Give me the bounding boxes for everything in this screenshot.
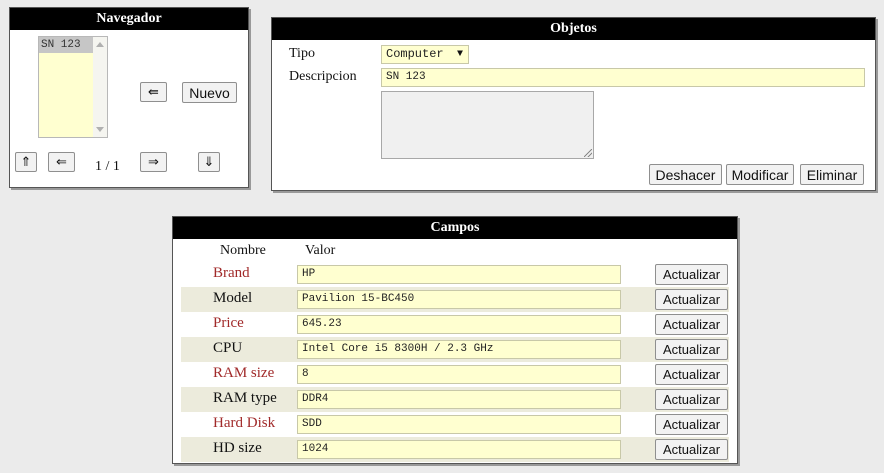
objetos-title: Objetos [272,18,875,40]
scroll-up-icon[interactable] [96,42,104,47]
objetos-panel: Objetos Tipo Computer ▼ Descripcion SN 1… [271,17,876,191]
update-button[interactable]: Actualizar [655,314,728,335]
undo-button[interactable]: Deshacer [649,164,722,185]
field-name: RAM size [213,365,275,381]
field-row: HD size 1024 Actualizar [181,437,729,462]
last-button[interactable]: ⇓ [198,152,220,172]
field-row: Brand HP Actualizar [181,262,729,287]
update-button[interactable]: Actualizar [655,439,728,460]
field-name: Brand [213,265,250,281]
field-value-input[interactable]: SDD [297,415,621,434]
dropdown-arrow-icon: ▼ [456,49,463,60]
next-button[interactable]: ⇒ [140,152,167,172]
resize-grip-icon[interactable] [584,149,592,157]
scroll-down-icon[interactable] [96,127,104,132]
tipo-value: Computer [386,47,444,61]
field-row: RAM size 8 Actualizar [181,362,729,387]
update-button[interactable]: Actualizar [655,289,728,310]
notes-textarea[interactable] [381,91,594,159]
field-value-input[interactable]: 8 [297,365,621,384]
field-name: Model [213,290,253,306]
record-counter: 1 / 1 [95,159,120,174]
object-listbox[interactable]: SN 123 [38,36,108,138]
field-row: Price 645.23 Actualizar [181,312,729,337]
tipo-label: Tipo [289,46,315,61]
field-row: Model Pavilion 15-BC450 Actualizar [181,287,729,312]
list-item[interactable]: SN 123 [39,37,93,53]
column-header-name: Nombre [220,243,266,258]
field-value-input[interactable]: 645.23 [297,315,621,334]
field-name: Hard Disk [213,415,276,431]
navegador-title: Navegador [10,8,248,30]
campos-panel: Campos Nombre Valor Brand HP Actualizar … [172,216,738,464]
column-header-value: Valor [305,243,336,258]
listbox-scrollbar[interactable] [93,37,107,137]
prev-button[interactable]: ⇐ [48,152,75,172]
field-value-input[interactable]: Pavilion 15-BC450 [297,290,621,309]
field-value-input[interactable]: 1024 [297,440,621,459]
field-name: Price [213,315,244,331]
modify-button[interactable]: Modificar [726,164,794,185]
navegador-panel: Navegador SN 123 ⇚ Nuevo ⇑ ⇐ 1 / 1 ⇒ ⇓ [9,7,249,188]
back-button[interactable]: ⇚ [140,82,167,102]
field-name: RAM type [213,390,277,406]
new-button[interactable]: Nuevo [182,82,237,103]
field-value-input[interactable]: Intel Core i5 8300H / 2.3 GHz [297,340,621,359]
field-row: CPU Intel Core i5 8300H / 2.3 GHz Actual… [181,337,729,362]
update-button[interactable]: Actualizar [655,389,728,410]
field-value-input[interactable]: HP [297,265,621,284]
field-row: RAM type DDR4 Actualizar [181,387,729,412]
field-name: HD size [213,440,262,456]
tipo-select[interactable]: Computer ▼ [381,45,469,64]
field-name: CPU [213,340,243,356]
update-button[interactable]: Actualizar [655,364,728,385]
update-button[interactable]: Actualizar [655,414,728,435]
descripcion-input[interactable]: SN 123 [381,68,865,87]
update-button[interactable]: Actualizar [655,339,728,360]
field-value-input[interactable]: DDR4 [297,390,621,409]
field-row: Hard Disk SDD Actualizar [181,412,729,437]
delete-button[interactable]: Eliminar [800,164,864,185]
descripcion-label: Descripcion [289,69,357,84]
update-button[interactable]: Actualizar [655,264,728,285]
first-button[interactable]: ⇑ [15,152,37,172]
campos-title: Campos [173,217,737,239]
